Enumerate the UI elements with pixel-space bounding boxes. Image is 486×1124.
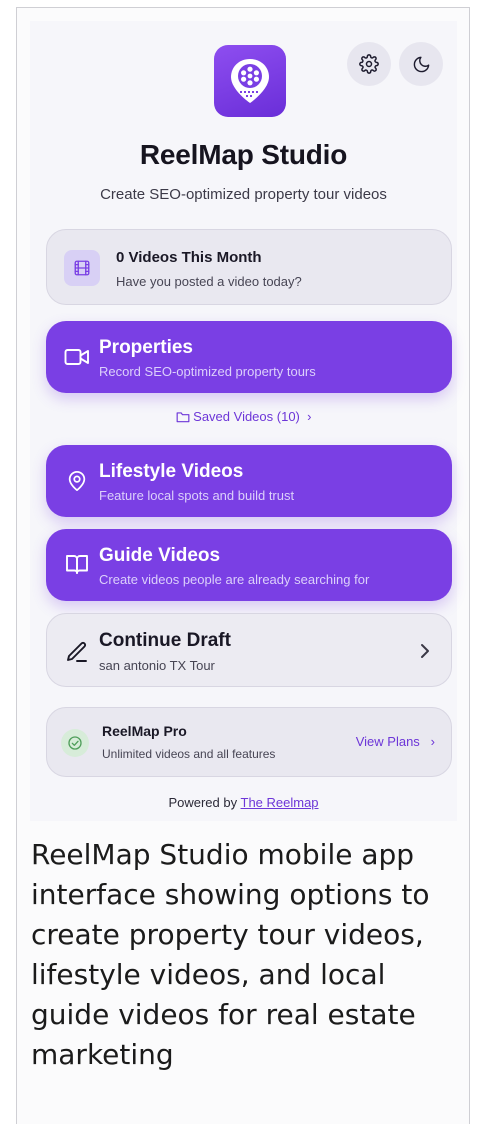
map-pin-icon	[68, 471, 86, 492]
guide-title: Guide Videos	[99, 545, 221, 566]
guide-subtitle: Create videos people are already searchi…	[99, 572, 370, 587]
pro-title: ReelMap Pro	[102, 723, 187, 739]
folder-icon	[176, 411, 189, 422]
lifestyle-icon-wrap	[64, 468, 90, 494]
settings-button[interactable]	[347, 42, 391, 86]
app-logo	[214, 45, 286, 117]
guide-videos-button[interactable]: Guide Videos Create videos people are al…	[46, 529, 452, 601]
saved-videos-label: Saved Videos (10)	[193, 409, 300, 425]
lifestyle-videos-button[interactable]: Lifestyle Videos Feature local spots and…	[46, 445, 452, 517]
pro-subtitle: Unlimited videos and all features	[102, 747, 276, 761]
properties-icon-wrap	[64, 344, 90, 370]
the-reelmap-link[interactable]: The Reelmap	[241, 795, 319, 810]
monthly-videos-count: 0 Videos This Month	[116, 249, 262, 266]
header-actions	[347, 42, 443, 86]
draft-title: Continue Draft	[99, 630, 231, 651]
stat-icon-container	[64, 250, 100, 286]
image-caption: ReelMap Studio mobile app interface show…	[31, 838, 430, 1071]
check-circle-icon	[68, 736, 82, 750]
moon-icon	[413, 56, 429, 72]
properties-title: Properties	[99, 337, 193, 358]
chevron-right-icon: ›	[423, 734, 435, 749]
view-plans-link[interactable]: View Plans ›	[356, 734, 435, 749]
gear-icon	[359, 54, 379, 74]
guide-icon-wrap	[64, 551, 90, 577]
monthly-videos-prompt: Have you posted a video today?	[116, 274, 302, 289]
view-plans-label: View Plans	[355, 734, 420, 749]
lifestyle-subtitle: Feature local spots and build trust	[99, 488, 295, 503]
properties-button[interactable]: Properties Record SEO-optimized property…	[46, 321, 452, 393]
lifestyle-title: Lifestyle Videos	[99, 461, 244, 482]
draft-name: san antonio TX Tour	[99, 658, 215, 673]
properties-subtitle: Record SEO-optimized property tours	[99, 364, 316, 379]
pencil-icon	[67, 642, 87, 662]
powered-by-footer: Powered by The Reelmap	[30, 795, 457, 810]
powered-by-prefix: Powered by	[168, 795, 238, 810]
app-title: ReelMap Studio	[139, 139, 348, 170]
video-camera-icon	[64, 349, 89, 365]
chevron-right-icon: ›	[303, 409, 312, 425]
app-screen: ReelMap Studio Create SEO-optimized prop…	[30, 21, 457, 821]
continue-draft-button[interactable]: Continue Draft san antonio TX Tour	[46, 613, 452, 687]
chevron-right-icon	[421, 644, 429, 658]
film-reel-map-pin-icon	[231, 59, 269, 103]
film-icon	[74, 260, 90, 276]
book-icon	[66, 555, 88, 574]
pro-icon-wrap	[61, 729, 89, 757]
saved-videos-link[interactable]: Saved Videos (10) ›	[30, 408, 457, 424]
screenshot-frame: ReelMap Studio Create SEO-optimized prop…	[16, 7, 470, 1124]
app-subtitle: Create SEO-optimized property tour video…	[100, 186, 387, 203]
reelmap-pro-card: ReelMap Pro Unlimited videos and all fea…	[46, 707, 452, 777]
theme-toggle-button[interactable]	[399, 42, 443, 86]
monthly-videos-card: 0 Videos This Month Have you posted a vi…	[46, 229, 452, 305]
